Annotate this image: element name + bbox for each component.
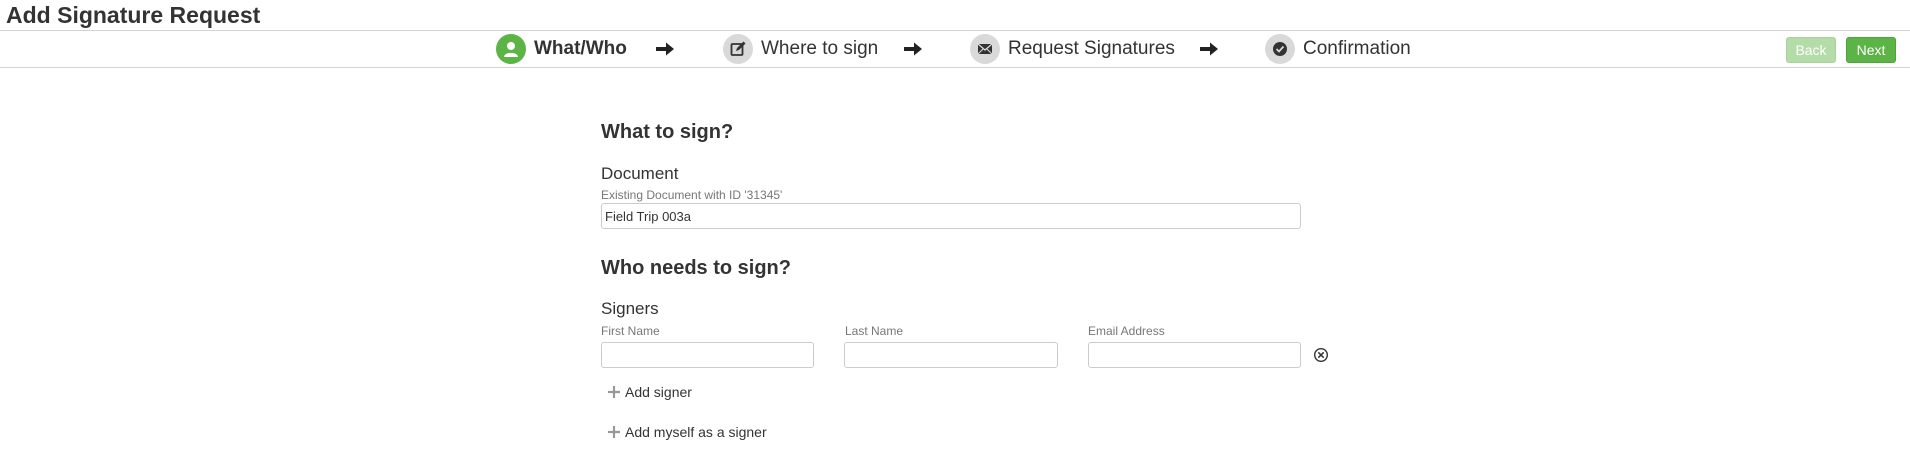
person-icon (496, 34, 526, 64)
arrow-right-icon (1200, 42, 1218, 56)
signers-label: Signers (601, 299, 659, 318)
email-address-label: Email Address (1088, 324, 1165, 338)
step-where-to-sign[interactable]: Where to sign (723, 33, 878, 65)
arrow-right-icon (656, 42, 674, 56)
page: Add Signature Request What/Who Where to … (0, 0, 1910, 468)
first-name-label: First Name (601, 324, 660, 338)
document-hint: Existing Document with ID '31345' (601, 188, 783, 202)
step-label-what-who: What/Who (534, 38, 627, 59)
first-name-field[interactable] (601, 342, 814, 368)
document-field[interactable] (601, 203, 1301, 229)
plus-icon (608, 426, 620, 438)
step-label-where-to-sign: Where to sign (761, 38, 879, 59)
step-confirmation[interactable]: Confirmation (1265, 33, 1411, 65)
add-myself-label: Add myself as a signer (625, 424, 767, 440)
arrow-right-icon (904, 42, 922, 56)
next-button[interactable]: Next (1846, 37, 1896, 63)
edit-icon (723, 34, 753, 64)
wizard-bar: What/Who Where to sign Request Signature… (0, 30, 1910, 68)
step-label-confirmation: Confirmation (1303, 38, 1411, 59)
email-field[interactable] (1088, 342, 1301, 368)
step-what-who[interactable]: What/Who (496, 33, 627, 65)
last-name-field[interactable] (844, 342, 1058, 368)
step-request-signatures[interactable]: Request Signatures (970, 33, 1175, 65)
who-needs-to-sign-heading: Who needs to sign? (601, 257, 791, 279)
back-button[interactable]: Back (1786, 37, 1836, 63)
envelope-icon (970, 34, 1000, 64)
plus-icon (608, 386, 620, 398)
check-circle-icon (1265, 34, 1295, 64)
add-signer-label: Add signer (625, 384, 692, 400)
add-myself-link[interactable]: Add myself as a signer (607, 424, 767, 440)
page-title: Add Signature Request (6, 2, 261, 28)
document-label: Document (601, 164, 679, 183)
last-name-label: Last Name (845, 324, 904, 338)
remove-signer-icon[interactable] (1313, 347, 1329, 363)
step-label-request-signatures: Request Signatures (1008, 38, 1175, 59)
add-signer-link[interactable]: Add signer (607, 384, 692, 400)
what-to-sign-heading: What to sign? (601, 121, 734, 143)
